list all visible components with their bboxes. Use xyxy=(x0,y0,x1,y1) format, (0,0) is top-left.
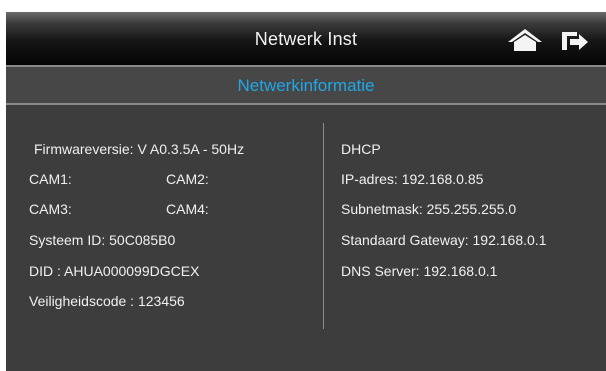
cam3-label: CAM3: xyxy=(29,201,72,217)
firmware-version: Firmwareversie: V A0.3.5A - 50Hz xyxy=(34,141,245,157)
network-settings-screen: Netwerk Inst Netwerkinformatie Firmwarev… xyxy=(6,12,606,371)
security-code: Veiligheidscode : 123456 xyxy=(29,293,185,309)
home-icon[interactable] xyxy=(507,28,543,52)
subnet-mask: Subnetmask: 255.255.255.0 xyxy=(341,201,517,217)
section-title: Netwerkinformatie xyxy=(237,76,375,95)
device-id: DID : AHUA000099DGCEX xyxy=(29,263,200,279)
dhcp-label: DHCP xyxy=(341,141,381,157)
column-divider xyxy=(323,123,324,329)
section-divider xyxy=(6,103,606,105)
default-gateway: Standaard Gateway: 192.168.0.1 xyxy=(341,232,547,248)
system-id: Systeem ID: 50C085B0 xyxy=(29,232,176,248)
cam4-label: CAM4: xyxy=(166,201,209,217)
section-header: Netwerkinformatie xyxy=(6,67,606,103)
title-bar: Netwerk Inst xyxy=(6,12,606,65)
cam2-label: CAM2: xyxy=(166,171,209,187)
exit-icon[interactable] xyxy=(560,29,590,53)
ip-address: IP-adres: 192.168.0.85 xyxy=(341,171,484,187)
dns-server: DNS Server: 192.168.0.1 xyxy=(341,263,498,279)
cam1-label: CAM1: xyxy=(29,171,72,187)
